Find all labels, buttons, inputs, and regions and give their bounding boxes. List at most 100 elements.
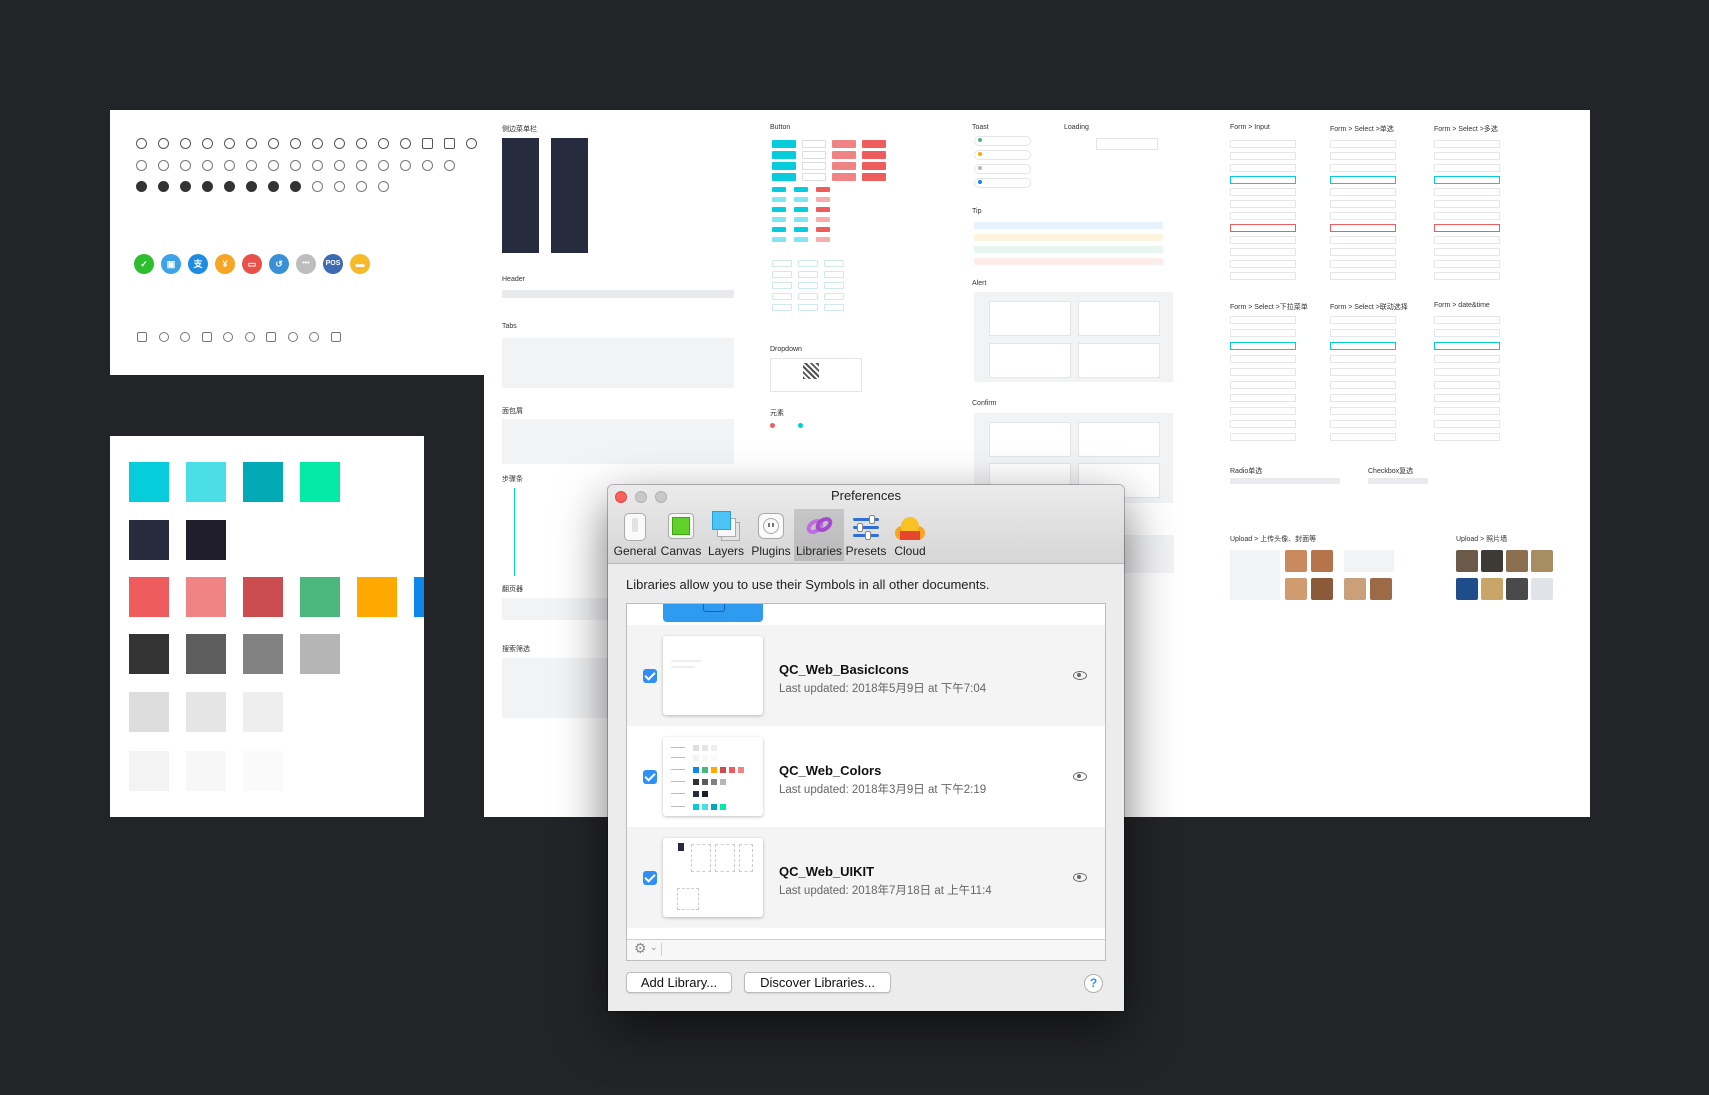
button-sample bbox=[802, 162, 826, 170]
eye-icon[interactable] bbox=[1073, 873, 1087, 882]
thumbnail-swatch bbox=[693, 745, 699, 751]
form-field-sample bbox=[1330, 329, 1396, 337]
tab-presets-label: Presets bbox=[845, 544, 887, 558]
outline-icon bbox=[268, 160, 279, 171]
library-row-colors[interactable]: QC_Web_Colors Last updated: 2018年3月9日 at… bbox=[627, 726, 1105, 827]
outline-icon bbox=[290, 138, 301, 149]
thumbnail-label bbox=[671, 806, 685, 807]
color-swatch bbox=[186, 462, 226, 502]
refund-icon: ↺ bbox=[269, 254, 289, 274]
library-enabled-checkbox[interactable] bbox=[643, 770, 657, 784]
tab-plugins[interactable]: Plugins bbox=[748, 509, 794, 561]
outline-icon bbox=[202, 160, 213, 171]
button-sample bbox=[794, 237, 808, 242]
button-sample bbox=[772, 207, 786, 212]
outline-icon bbox=[422, 160, 433, 171]
outline-icon bbox=[246, 181, 257, 192]
thumbnail-swatch bbox=[693, 779, 699, 785]
tab-cloud[interactable]: Cloud bbox=[888, 509, 932, 561]
color-swatch bbox=[129, 577, 169, 617]
libraries-icon bbox=[803, 513, 836, 541]
window-titlebar: Preferences General Canvas Layers Plugin… bbox=[608, 485, 1124, 564]
library-name: QC_Web_UIKIT bbox=[779, 864, 875, 879]
tab-canvas[interactable]: Canvas bbox=[658, 509, 704, 561]
outline-icon bbox=[290, 181, 301, 192]
library-thumbnail-basicicons bbox=[663, 636, 763, 715]
toast-sample bbox=[974, 136, 1031, 146]
gear-menu-button[interactable]: ⚙ ⌄ bbox=[633, 940, 662, 956]
outline-icon bbox=[246, 160, 257, 171]
photo-wall-thumbnail bbox=[1531, 578, 1553, 600]
tab-general-label: General bbox=[613, 544, 657, 558]
button-sample bbox=[772, 237, 786, 242]
tab-layers[interactable]: Layers bbox=[704, 509, 748, 561]
alipay-icon: 支 bbox=[188, 254, 208, 274]
library-updated: Last updated: 2018年7月18日 at 上午11:4 bbox=[779, 885, 992, 897]
thumbnail-swatch bbox=[720, 804, 726, 810]
eye-icon[interactable] bbox=[1073, 772, 1087, 781]
small-icon bbox=[223, 332, 233, 342]
discover-libraries-button[interactable]: Discover Libraries... bbox=[744, 972, 891, 993]
tab-canvas-label: Canvas bbox=[660, 544, 702, 558]
section-label-search-filter: 搜索筛选 bbox=[502, 646, 530, 653]
outline-icon bbox=[334, 181, 345, 192]
color-swatch bbox=[243, 751, 283, 791]
preferences-window: Preferences General Canvas Layers Plugin… bbox=[608, 485, 1124, 1011]
thumbnail-swatch bbox=[711, 779, 717, 785]
form-field-sample bbox=[1330, 176, 1396, 184]
tip-warning bbox=[974, 234, 1163, 241]
help-button[interactable]: ? bbox=[1084, 974, 1103, 993]
wechat-pay-icon: ✓ bbox=[134, 254, 154, 274]
libraries-list[interactable]: QC_Web_BasicIcons Last updated: 2018年5月9… bbox=[626, 603, 1106, 961]
element-dot-red bbox=[770, 423, 775, 428]
thumbnail-swatch bbox=[693, 791, 699, 797]
library-enabled-checkbox[interactable] bbox=[643, 871, 657, 885]
confirm-sample-extra bbox=[1124, 535, 1174, 573]
thumbnail-swatch bbox=[711, 767, 717, 773]
color-swatch bbox=[186, 692, 226, 732]
toast-sample bbox=[974, 178, 1031, 188]
tab-general[interactable]: General bbox=[612, 509, 658, 561]
radio-sample bbox=[1230, 478, 1340, 484]
button-sample bbox=[772, 260, 792, 267]
button-sample bbox=[816, 197, 830, 202]
button-sample bbox=[794, 227, 808, 232]
color-swatch bbox=[186, 634, 226, 674]
voucher-icon: ▬ bbox=[350, 254, 370, 274]
photo-thumbnail bbox=[1344, 578, 1366, 600]
button-sample bbox=[794, 197, 808, 202]
general-icon bbox=[621, 513, 649, 541]
form-field-sample bbox=[1230, 433, 1296, 441]
library-enabled-checkbox[interactable] bbox=[643, 669, 657, 683]
form-field-sample bbox=[1330, 394, 1396, 402]
cash-icon: ¥ bbox=[215, 254, 235, 274]
form-field-sample bbox=[1230, 188, 1296, 196]
form-field-sample bbox=[1330, 368, 1396, 376]
button-sample bbox=[772, 162, 796, 170]
toast-status-dot bbox=[978, 166, 982, 170]
outline-icon bbox=[202, 138, 213, 149]
color-swatch bbox=[186, 520, 226, 560]
photo-wall-thumbnail bbox=[1456, 578, 1478, 600]
button-sample bbox=[772, 293, 792, 300]
tab-libraries[interactable]: Libraries bbox=[794, 509, 844, 561]
button-sample bbox=[798, 260, 818, 267]
library-row-basicicons[interactable]: QC_Web_BasicIcons Last updated: 2018年5月9… bbox=[627, 625, 1105, 726]
tab-presets[interactable]: Presets bbox=[844, 509, 888, 561]
form-field-sample bbox=[1230, 272, 1296, 280]
colors-artboard bbox=[110, 436, 424, 817]
breadcrumb-sample bbox=[502, 419, 734, 464]
thumbnail-label bbox=[671, 769, 685, 770]
form-field-sample bbox=[1434, 212, 1500, 220]
color-swatch bbox=[243, 692, 283, 732]
eye-icon[interactable] bbox=[1073, 671, 1087, 680]
small-icon bbox=[158, 332, 169, 342]
outline-icon bbox=[334, 160, 345, 171]
alert-card-4 bbox=[1078, 343, 1160, 378]
outline-icon bbox=[378, 138, 389, 149]
tab-cloud-label: Cloud bbox=[894, 544, 926, 558]
section-label-toast: Toast bbox=[972, 124, 989, 131]
add-library-button[interactable]: Add Library... bbox=[626, 972, 732, 993]
library-row-uikit[interactable]: QC_Web_UIKIT Last updated: 2018年7月18日 at… bbox=[627, 827, 1105, 928]
color-swatch bbox=[243, 577, 283, 617]
